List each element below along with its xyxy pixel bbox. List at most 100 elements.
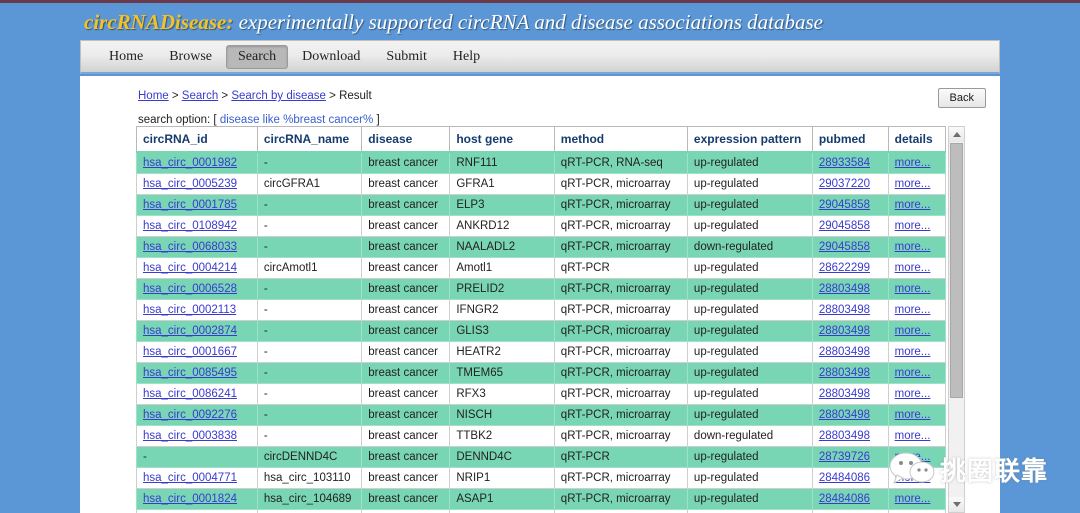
- circrna-id-link[interactable]: hsa_circ_0108942: [143, 220, 237, 232]
- table-row: hsa_circ_0001667 - breast cancer HEATR2 qRT-…: [136, 341, 947, 363]
- pubmed-link[interactable]: 28803498: [819, 283, 870, 295]
- cell-expression: up-regulated: [686, 362, 813, 384]
- pubmed-link[interactable]: 29045858: [819, 220, 870, 232]
- table-row: hsa_circ_0005239 circGFRA1 breast cancer GF…: [136, 173, 947, 195]
- pubmed-link[interactable]: 28803498: [819, 388, 870, 400]
- details-more-link[interactable]: more...: [895, 262, 931, 274]
- results-table: circRNA_id circRNA_name disease host gene me…: [136, 126, 947, 513]
- pubmed-link[interactable]: 28933584: [819, 157, 870, 169]
- cell-circRNA-id: hsa_circ_0001824: [136, 488, 258, 510]
- details-more-link[interactable]: more...: [895, 325, 931, 337]
- nav-item-search[interactable]: Search: [226, 44, 289, 69]
- cell-pubmed: 28622299: [811, 257, 889, 279]
- table-row: hsa_circ_0006528 - breast cancer PRELID2 qRT…: [136, 278, 947, 300]
- breadcrumb-link-0[interactable]: Home: [138, 90, 169, 102]
- nav-item-submit[interactable]: Submit: [374, 45, 438, 69]
- details-more-link[interactable]: more...: [895, 451, 931, 463]
- pubmed-link[interactable]: 28739726: [819, 451, 870, 463]
- circrna-id-link[interactable]: hsa_circ_0004214: [143, 262, 237, 274]
- details-more-link[interactable]: more...: [895, 304, 931, 316]
- cell-expression: up-regulated: [686, 299, 813, 321]
- content-panel: Back Home > Search > Search by disease >…: [80, 76, 1000, 513]
- nav-item-download[interactable]: Download: [290, 45, 372, 69]
- details-more-link[interactable]: more...: [895, 493, 931, 505]
- circrna-id-link[interactable]: hsa_circ_0068033: [143, 241, 237, 253]
- circrna-id-link[interactable]: hsa_circ_0006528: [143, 283, 237, 295]
- column-header: expression pattern: [686, 126, 813, 153]
- table-row: hsa_circ_0108942 - breast cancer ANKRD12 qRT…: [136, 215, 947, 237]
- cell-details: more...: [887, 257, 947, 279]
- details-more-link[interactable]: more...: [895, 367, 931, 379]
- cell-circRNA-id: hsa_circ_0001785: [136, 194, 258, 216]
- pubmed-link[interactable]: 28622299: [819, 262, 870, 274]
- pubmed-link[interactable]: 28803498: [819, 367, 870, 379]
- pubmed-link[interactable]: 29045858: [819, 199, 870, 211]
- details-more-link[interactable]: more...: [895, 241, 931, 253]
- details-more-link[interactable]: more...: [895, 388, 931, 400]
- circrna-id-link[interactable]: hsa_circ_0001824: [143, 493, 237, 505]
- circrna-id-link[interactable]: hsa_circ_0086241: [143, 388, 237, 400]
- breadcrumb-separator: >: [218, 90, 232, 102]
- circrna-id-link[interactable]: hsa_circ_0001785: [143, 199, 237, 211]
- circrna-id-link[interactable]: hsa_circ_0085495: [143, 367, 237, 379]
- breadcrumb-link-1[interactable]: Search: [182, 90, 218, 102]
- details-more-link[interactable]: more...: [895, 430, 931, 442]
- cell-method: qRT-PCR: [553, 257, 688, 279]
- nav-item-home[interactable]: Home: [97, 45, 155, 69]
- cell-disease: breast cancer: [361, 194, 451, 216]
- scroll-up-arrow-icon[interactable]: [949, 127, 964, 142]
- pubmed-link[interactable]: 28484086: [819, 493, 870, 505]
- details-more-link[interactable]: more...: [895, 157, 931, 169]
- breadcrumb-link-2[interactable]: Search by disease: [231, 90, 326, 102]
- circrna-id-link[interactable]: hsa_circ_0001982: [143, 157, 237, 169]
- cell-method: qRT-PCR, microarray: [553, 488, 688, 510]
- cell-disease: breast cancer: [361, 299, 451, 321]
- cell-details: more...: [887, 467, 947, 489]
- pubmed-link[interactable]: 28803498: [819, 325, 870, 337]
- table-row: hsa_circ_0001875hsa_circ_104821breast ca…: [136, 509, 947, 513]
- pubmed-link[interactable]: 28484086: [819, 472, 870, 484]
- circrna-id-link[interactable]: hsa_circ_0004771: [143, 472, 237, 484]
- details-more-link[interactable]: more...: [895, 346, 931, 358]
- scrollbar-thumb[interactable]: [950, 143, 963, 398]
- cell-circRNA-name: -: [256, 404, 363, 426]
- cell-circRNA-id: hsa_circ_0108942: [136, 215, 258, 237]
- pubmed-link[interactable]: 29037220: [819, 178, 870, 190]
- back-button[interactable]: Back: [937, 88, 986, 108]
- results-scrollbar[interactable]: [948, 126, 965, 513]
- pubmed-link[interactable]: 28803498: [819, 346, 870, 358]
- circrna-id-link[interactable]: hsa_circ_0001667: [143, 346, 237, 358]
- circrna-id-link[interactable]: hsa_circ_0003838: [143, 430, 237, 442]
- nav-item-help[interactable]: Help: [441, 45, 492, 69]
- details-more-link[interactable]: more...: [895, 283, 931, 295]
- nav-item-browse[interactable]: Browse: [157, 45, 224, 69]
- cell-disease: breast cancer: [361, 509, 451, 513]
- cell-disease: breast cancer: [361, 173, 451, 195]
- column-header: method: [553, 126, 688, 153]
- scroll-down-arrow-icon[interactable]: [949, 497, 964, 512]
- details-more-link[interactable]: more...: [895, 178, 931, 190]
- circrna-id-link[interactable]: hsa_circ_0005239: [143, 178, 237, 190]
- pubmed-link[interactable]: 28803498: [819, 430, 870, 442]
- cell-method: qRT-PCR, microarray: [553, 404, 688, 426]
- cell-pubmed: 28803498: [811, 383, 889, 405]
- cell-method: qRT-PCR, microarray: [553, 509, 688, 513]
- table-row: hsa_circ_0001824 hsa_circ_104689 breast ca…: [136, 488, 947, 510]
- details-more-link[interactable]: more...: [895, 472, 931, 484]
- cell-host-gene: FAM120A: [449, 509, 555, 513]
- circrna-id-link[interactable]: hsa_circ_0002113: [143, 304, 236, 316]
- pubmed-link[interactable]: 28803498: [819, 409, 870, 421]
- details-more-link[interactable]: more...: [895, 199, 931, 211]
- cell-circRNA-name: -: [256, 383, 363, 405]
- details-more-link[interactable]: more...: [895, 220, 931, 232]
- details-more-link[interactable]: more...: [895, 409, 931, 421]
- cell-details: more...: [887, 362, 947, 384]
- cell-circRNA-name: -: [256, 320, 363, 342]
- pubmed-link[interactable]: 29045858: [819, 241, 870, 253]
- circrna-id-link[interactable]: hsa_circ_0092276: [143, 409, 237, 421]
- cell-pubmed: 28803498: [811, 278, 889, 300]
- cell-disease: breast cancer: [361, 215, 451, 237]
- cell-details: more...: [887, 278, 947, 300]
- pubmed-link[interactable]: 28803498: [819, 304, 870, 316]
- circrna-id-link[interactable]: hsa_circ_0002874: [143, 325, 237, 337]
